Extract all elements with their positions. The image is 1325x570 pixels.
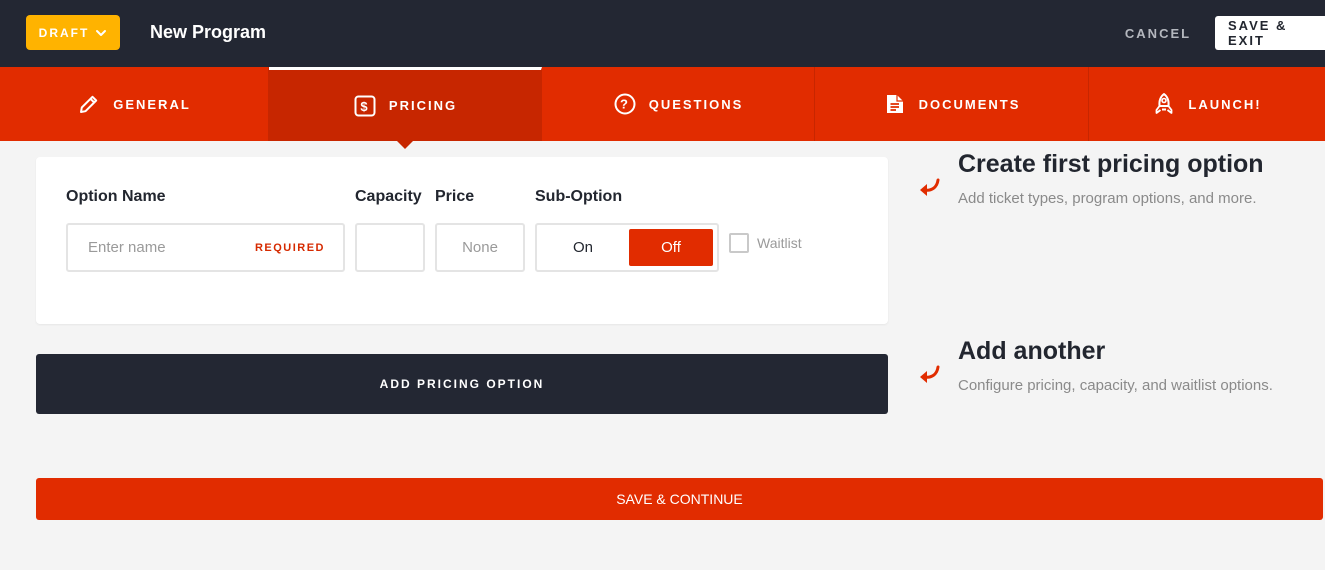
hint-title: Create first pricing option [958, 150, 1264, 178]
sub-option-label: Sub-Option [535, 188, 623, 205]
svg-text:$: $ [360, 99, 369, 114]
status-dropdown-button[interactable]: DRAFT [26, 15, 120, 50]
curved-arrow-left-icon [920, 178, 940, 196]
tab-pricing[interactable]: $ PRICING [269, 67, 542, 141]
hint-description: Add ticket types, program options, and m… [958, 190, 1257, 207]
option-name-field-wrapper: REQUIRED [66, 223, 345, 272]
document-icon [886, 95, 903, 113]
waitlist-option[interactable]: Waitlist [729, 233, 802, 253]
status-label: DRAFT [38, 25, 90, 40]
tab-label: GENERAL [113, 96, 191, 112]
add-pricing-option-button[interactable]: ADD PRICING OPTION [36, 354, 888, 414]
tab-launch[interactable]: LAUNCH! [1089, 67, 1325, 141]
hint-title: Add another [958, 337, 1106, 365]
sub-option-toggle: On Off [535, 223, 719, 272]
svg-text:?: ? [620, 97, 630, 112]
top-bar: DRAFT New Program CANCEL SAVE & EXIT [0, 0, 1325, 67]
waitlist-label: Waitlist [757, 235, 802, 251]
cancel-button[interactable]: CANCEL [1115, 22, 1201, 44]
tab-questions[interactable]: ? QUESTIONS [542, 67, 815, 141]
question-icon: ? [614, 93, 636, 115]
option-name-label: Option Name [66, 188, 166, 205]
rocket-icon [1155, 93, 1173, 114]
curved-arrow-left-icon [920, 365, 940, 383]
save-exit-button[interactable]: SAVE & EXIT [1215, 16, 1325, 50]
page-title: New Program [150, 22, 267, 42]
step-tabs: GENERAL $ PRICING ? QUESTIONS DOCUMENTS … [0, 67, 1325, 141]
capacity-input[interactable] [355, 223, 425, 272]
sub-option-off-button[interactable]: Off [629, 229, 713, 266]
price-input[interactable] [435, 223, 525, 272]
waitlist-checkbox[interactable] [729, 233, 749, 253]
tab-documents[interactable]: DOCUMENTS [815, 67, 1089, 141]
tab-label: DOCUMENTS [918, 96, 1021, 112]
pricing-option-card: Option Name Capacity Price Sub-Option RE… [36, 157, 888, 324]
hint-description: Configure pricing, capacity, and waitlis… [958, 377, 1273, 394]
price-label: Price [435, 188, 475, 205]
required-badge: REQUIRED [254, 242, 325, 254]
tab-label: QUESTIONS [648, 96, 744, 112]
tab-label: PRICING [388, 98, 458, 113]
capacity-label: Capacity [355, 188, 422, 205]
sub-option-on-button[interactable]: On [541, 229, 625, 266]
tab-label: LAUNCH! [1188, 96, 1262, 112]
chevron-down-icon [96, 29, 107, 36]
save-continue-button[interactable]: SAVE & CONTINUE [36, 478, 1323, 520]
dollar-icon: $ [354, 95, 376, 116]
pencil-icon [80, 95, 98, 113]
tab-general[interactable]: GENERAL [0, 67, 269, 141]
